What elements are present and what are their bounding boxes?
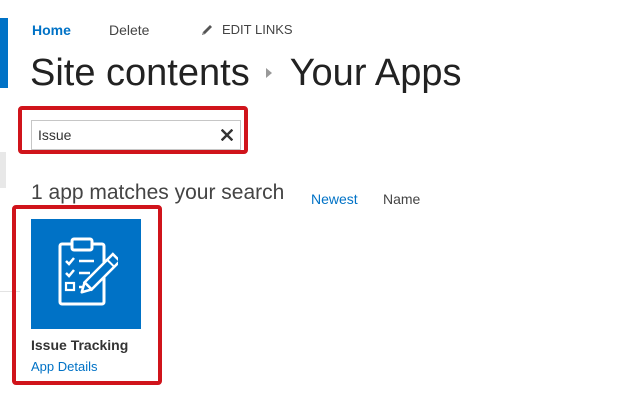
- page-title: Site contents Your Apps: [30, 48, 462, 98]
- left-panel-edge: [0, 152, 6, 188]
- clear-search-icon[interactable]: [220, 128, 234, 142]
- app-name[interactable]: Issue Tracking: [31, 337, 128, 353]
- nav-delete-link[interactable]: Delete: [109, 22, 149, 38]
- search-input[interactable]: [38, 126, 218, 144]
- breadcrumb-site-contents: Site contents: [30, 51, 250, 94]
- left-accent-bar: [0, 18, 8, 88]
- search-box: [31, 120, 241, 150]
- breadcrumb-separator-icon: [265, 68, 272, 78]
- pencil-icon: [202, 24, 212, 35]
- app-tile-issue-tracking[interactable]: [31, 219, 141, 329]
- edit-links-button[interactable]: EDIT LINKS: [200, 22, 293, 37]
- nav-home-link[interactable]: Home: [32, 22, 71, 38]
- sort-newest-link[interactable]: Newest: [311, 191, 358, 207]
- breadcrumb-your-apps: Your Apps: [289, 51, 462, 94]
- clipboard-checklist-icon: [58, 237, 118, 306]
- sort-name-link[interactable]: Name: [383, 191, 420, 207]
- app-details-link[interactable]: App Details: [31, 359, 97, 374]
- edit-links-label: EDIT LINKS: [222, 22, 293, 37]
- results-count: 1 app matches your search: [31, 181, 285, 204]
